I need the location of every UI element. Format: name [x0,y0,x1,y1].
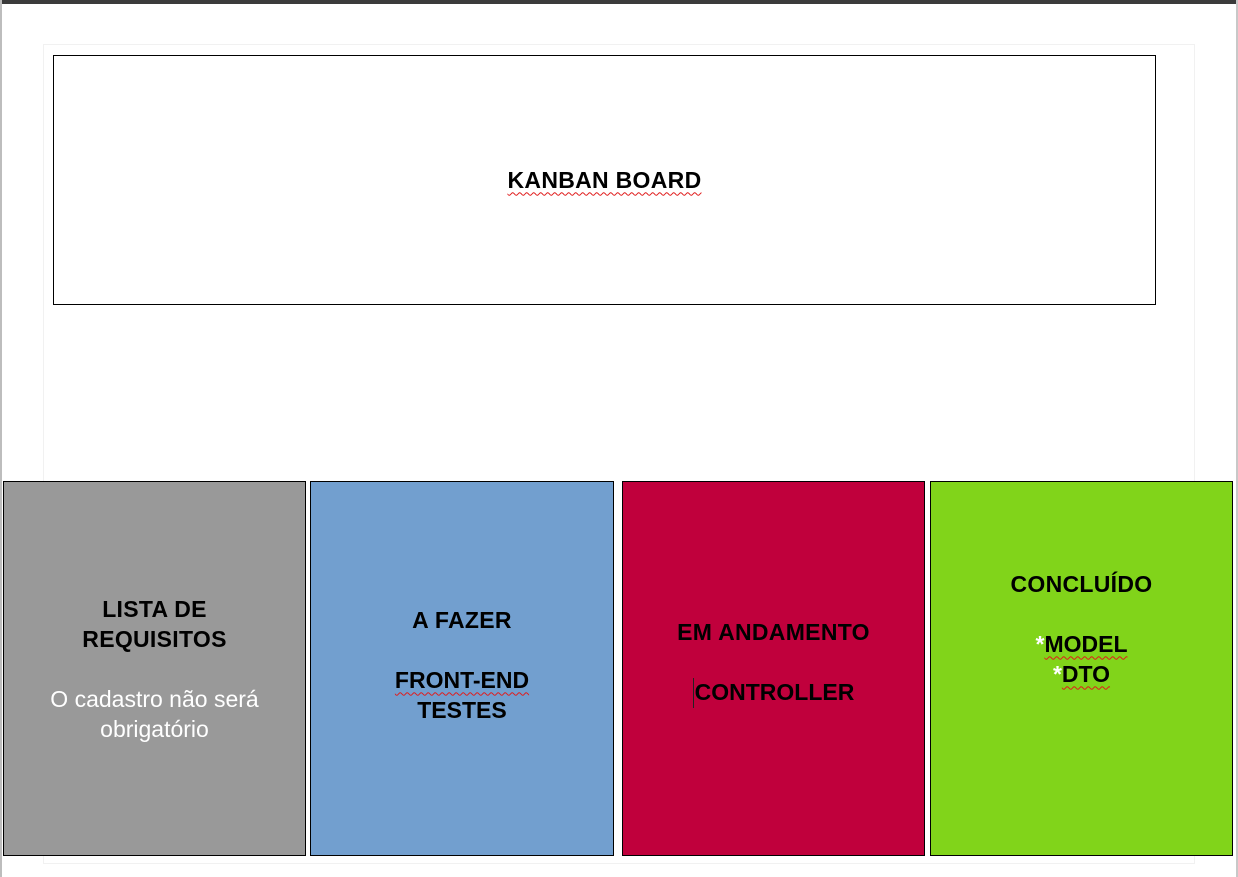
column-item-text: DTO [1061,660,1111,687]
column-a-fazer[interactable]: A FAZER FRONT-END TESTES [310,481,614,856]
column-body-line: O cadastro não será [50,685,259,712]
column-content: EM ANDAMENTO CONTROLLER [677,617,870,709]
column-title: CONCLUÍDO [1010,570,1153,597]
column-content: CONCLUÍDO *MODEL *DTO [1011,569,1153,689]
column-title: A FAZER [412,606,512,633]
column-lista-de-requisitos[interactable]: LISTA DE REQUISITOS O cadastro não será … [3,481,306,856]
column-title-line: LISTA DE [102,595,207,622]
column-item-text: MODEL [1044,630,1128,657]
column-item: FRONT-END [395,665,529,695]
column-content: LISTA DE REQUISITOS O cadastro não será … [50,594,258,744]
column-item: TESTES [417,696,507,723]
column-title-line: REQUISITOS [82,625,227,652]
window-top-border [0,0,1238,4]
kanban-title-box[interactable]: KANBAN BOARD [53,55,1156,305]
text-cursor [692,678,694,709]
column-item: *MODEL [1011,629,1153,659]
column-title: EM ANDAMENTO [677,618,870,645]
board-title: KANBAN BOARD [507,166,702,193]
column-item: CONTROLLER [677,677,870,709]
column-em-andamento[interactable]: EM ANDAMENTO CONTROLLER [622,481,925,856]
column-concluido[interactable]: CONCLUÍDO *MODEL *DTO [930,481,1233,856]
column-item-text: FRONT-END [394,666,530,693]
bullet-star: * [1052,660,1062,687]
column-item-text: CONTROLLER [694,678,855,705]
column-content: A FAZER FRONT-END TESTES [395,605,529,725]
column-body-line: obrigatório [100,715,209,742]
column-item: *DTO [1011,659,1153,689]
window-left-border [0,0,2,877]
